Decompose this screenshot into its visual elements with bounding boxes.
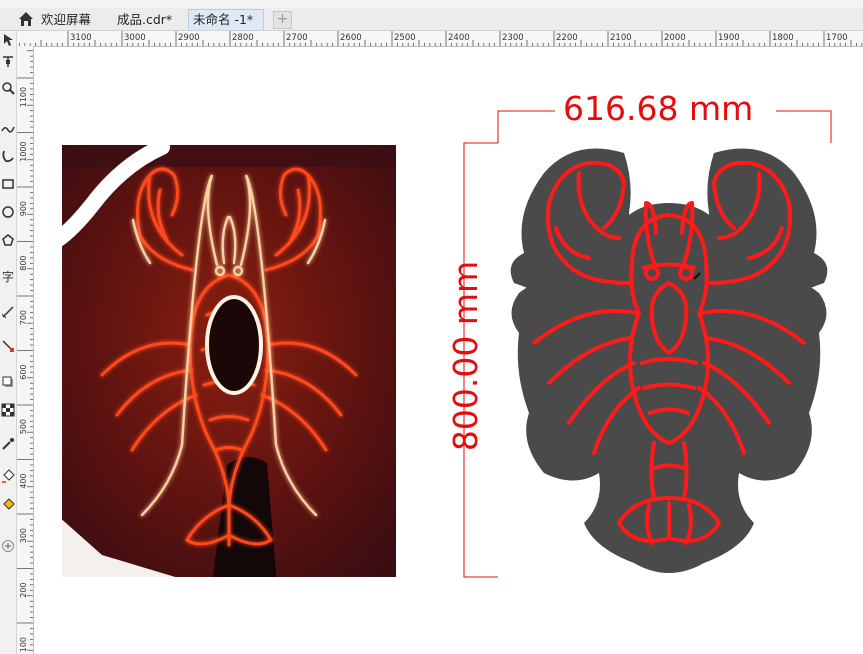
shape-tool-icon[interactable] — [1, 55, 15, 69]
artistic-media-icon[interactable] — [1, 149, 15, 163]
h-ruler-label: 2600 — [340, 33, 362, 43]
freehand-tool-icon[interactable] — [1, 121, 15, 135]
h-ruler-label: 1700 — [826, 33, 848, 43]
tab-finished-cdr[interactable]: 成品.cdr* — [117, 10, 172, 30]
v-ruler-label: 1000 — [19, 141, 28, 161]
h-ruler-label: 2800 — [232, 33, 254, 43]
v-ruler-label: 400 — [19, 473, 28, 488]
home-icon[interactable] — [17, 10, 35, 28]
drawing-canvas[interactable]: 616.68 mm 800.00 mm — [34, 47, 863, 654]
tab-untitled-1[interactable]: 未命名 -1* — [188, 9, 265, 30]
h-ruler-label: 2000 — [664, 33, 686, 43]
v-ruler-label: 600 — [19, 364, 28, 379]
h-ruler-label: 3100 — [70, 33, 92, 43]
h-ruler-label: 2500 — [394, 33, 416, 43]
svg-text:字: 字 — [2, 269, 14, 283]
lobster-neon-artwork[interactable] — [504, 143, 834, 577]
parallel-dimension-icon[interactable] — [1, 305, 15, 319]
add-tool-icon[interactable] — [1, 539, 15, 553]
v-ruler-label: 500 — [19, 419, 28, 434]
h-ruler-label: 2700 — [286, 33, 308, 43]
v-ruler-label: 1100 — [19, 87, 28, 107]
add-tab-button[interactable]: + — [273, 11, 292, 29]
polygon-tool-icon[interactable] — [1, 233, 15, 247]
v-ruler-label: 800 — [19, 255, 28, 270]
h-ruler-label: 2200 — [556, 33, 578, 43]
width-dimension-label[interactable]: 616.68 mm — [563, 90, 753, 128]
eyedropper-icon[interactable] — [1, 437, 15, 451]
vertical-ruler[interactable]: 1100 1000 900 800 700 600 500 400 300 200 100 — [17, 46, 34, 654]
tab-welcome-screen[interactable]: 欢迎屏幕 — [41, 10, 91, 30]
connector-tool-icon[interactable] — [1, 339, 15, 353]
text-tool-icon[interactable]: 字 — [1, 269, 15, 283]
h-ruler-label: 1900 — [718, 33, 740, 43]
h-ruler-label: 2400 — [448, 33, 470, 43]
horizontal-ruler[interactable]: 3100 3000 2900 2800 2700 2600 2500 2400 2300 2200… — [18, 31, 863, 47]
h-ruler-label: 3000 — [124, 33, 146, 43]
smart-fill-icon[interactable] — [1, 497, 15, 511]
h-ruler-label: 2300 — [502, 33, 524, 43]
zoom-tool-icon[interactable] — [1, 81, 15, 95]
pick-tool-icon[interactable] — [1, 33, 15, 47]
interactive-fill-icon[interactable] — [1, 469, 15, 483]
transparency-tool-icon[interactable] — [1, 403, 15, 417]
document-tab-bar: 欢迎屏幕 成品.cdr* 未命名 -1* + — [0, 8, 863, 31]
drop-shadow-icon[interactable] — [1, 375, 15, 389]
v-ruler-label: 200 — [19, 582, 28, 597]
v-ruler-label: 100 — [19, 637, 28, 652]
height-dimension-label[interactable]: 800.00 mm — [446, 261, 485, 451]
v-ruler-label: 300 — [19, 528, 28, 543]
h-ruler-label: 2900 — [178, 33, 200, 43]
ellipse-tool-icon[interactable] — [1, 205, 15, 219]
rectangle-tool-icon[interactable] — [1, 177, 15, 191]
h-ruler-label: 1800 — [772, 33, 794, 43]
v-ruler-label: 900 — [19, 201, 28, 216]
toolbox: 字 — [0, 31, 17, 654]
h-ruler-label: 2100 — [610, 33, 632, 43]
v-ruler-label: 700 — [19, 310, 28, 325]
